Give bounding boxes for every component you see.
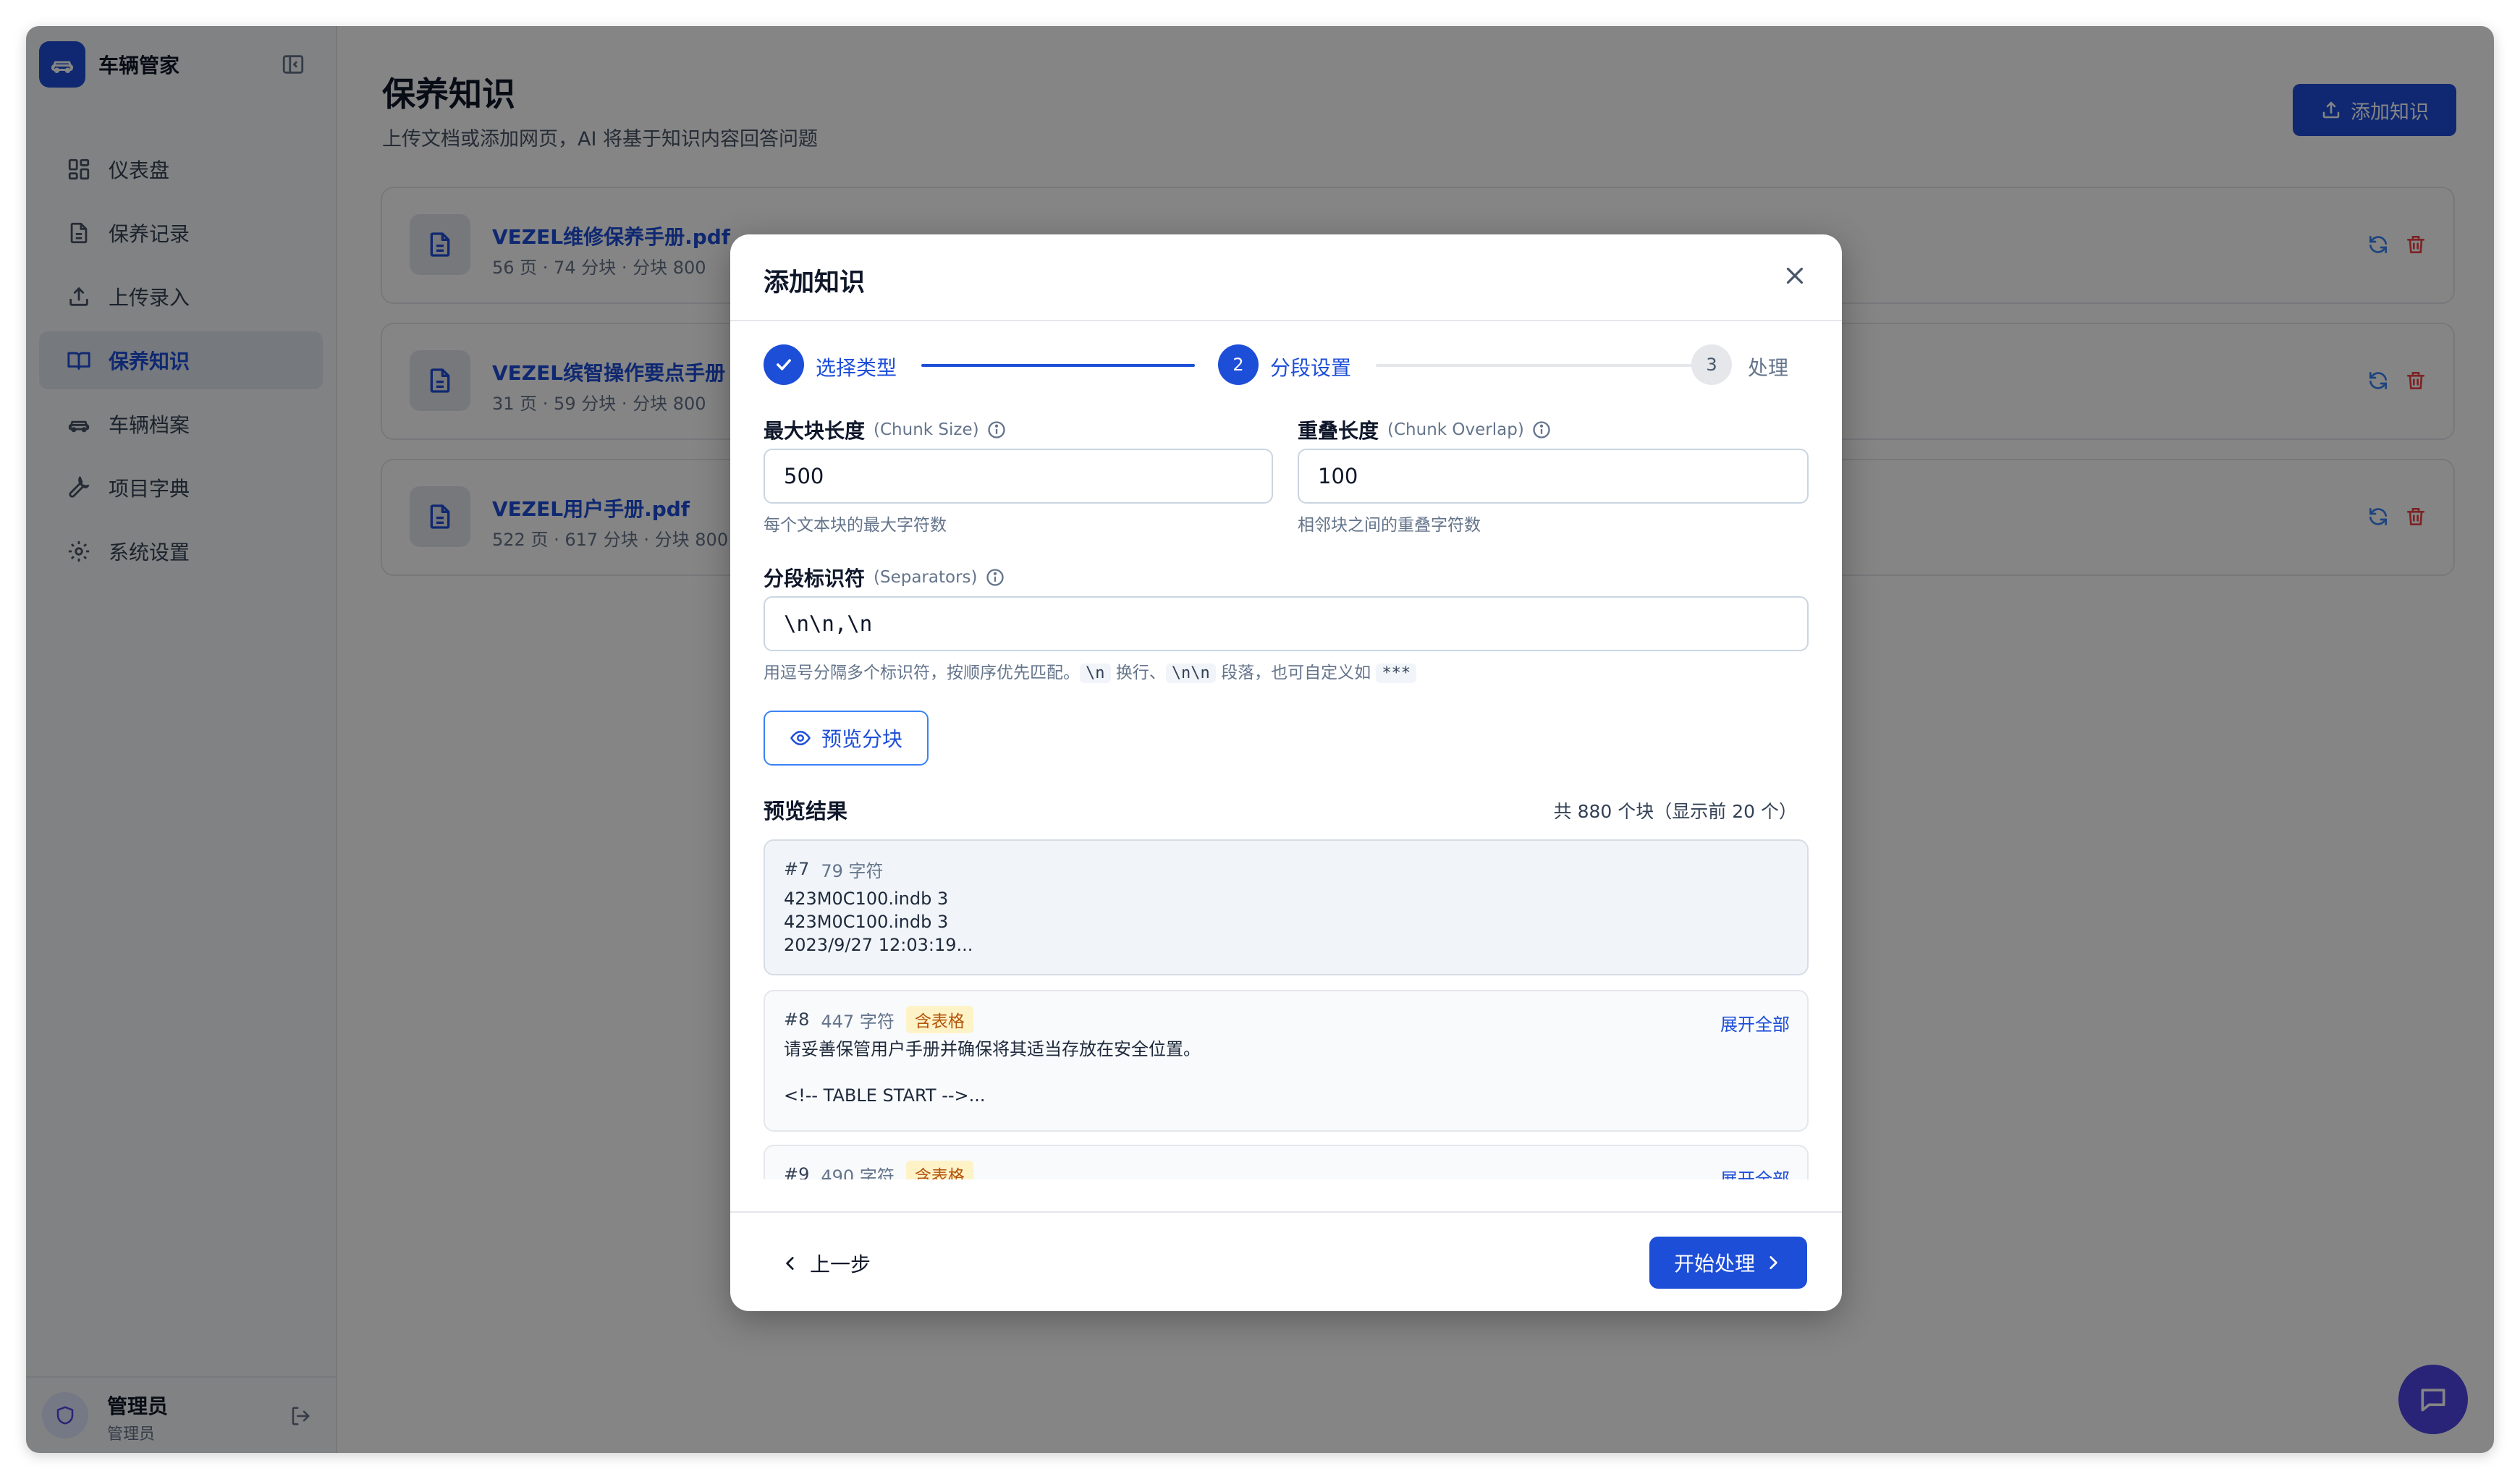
dialog-footer: 上一步 开始处理 [730, 1211, 1842, 1311]
chevron-left-icon [786, 1257, 794, 1270]
info-icon[interactable] [985, 567, 1005, 588]
step-2-number: 2 [1218, 344, 1259, 385]
chunk-overlap-hint: 相邻块之间的重叠字符数 [1298, 516, 1481, 535]
chunk-size-hint: 每个文本块的最大字符数 [764, 516, 947, 535]
table-badge: 含表格 [905, 1006, 973, 1033]
chunk-text: 423M0C100.indb 3 423M0C100.indb 3 2023/9… [784, 889, 973, 955]
start-processing-label: 开始处理 [1673, 1252, 1755, 1276]
table-badge: 含表格 [905, 1161, 973, 1179]
app-window: 车辆管家 仪表盘 保养记录 上传录入 保养知识 车辆档案 项目字典 系统设置 管… [26, 26, 2494, 1453]
step-connector [1376, 364, 1696, 367]
stepper: 选择类型 2 分段设置 3 处理 [764, 343, 1809, 386]
chunk-size-label: 最大块长度 (Chunk Size) [764, 415, 1007, 444]
chunk-char-count: 490 字符 [821, 1166, 895, 1180]
preview-chunks-label: 预览分块 [821, 727, 902, 751]
step-connector [921, 364, 1195, 367]
chunk-card: #7 79 字符 423M0C100.indb 3 423M0C100.indb… [764, 839, 1809, 975]
chunk-overlap-input[interactable]: 100 [1298, 449, 1809, 504]
dialog-title: 添加知识 [764, 268, 866, 297]
chunk-index: #7 [784, 859, 810, 879]
preview-result-title: 预览结果 [764, 799, 848, 823]
preview-result-count: 共 880 个块（显示前 20 个） [1553, 801, 1797, 822]
chunk-overlap-label: 重叠长度 (Chunk Overlap) [1298, 415, 1552, 444]
step-1-check-icon [764, 344, 804, 385]
start-processing-button[interactable]: 开始处理 [1649, 1237, 1807, 1289]
previous-step-button[interactable]: 上一步 [781, 1247, 871, 1279]
chunk-size-input[interactable]: 500 [764, 449, 1273, 504]
step-3-number: 3 [1691, 344, 1732, 385]
chunk-char-count: 447 字符 [821, 1011, 895, 1032]
separators-hint: 用逗号分隔多个标识符，按顺序优先匹配。 \n 换行、 \n\n 段落，也可自定义如 … [764, 658, 1417, 683]
expand-all-link[interactable]: 展开全部 [1720, 1010, 1790, 1035]
separators-label: 分段标识符 (Separators) [764, 563, 1005, 592]
info-icon[interactable] [1531, 420, 1552, 440]
step-3-label: 处理 [1748, 356, 1789, 380]
step-2-label: 分段设置 [1270, 356, 1352, 380]
chunk-card: #9 490 字符 含表格 展开全部 [764, 1145, 1809, 1179]
separators-input[interactable]: \n\n,\n [764, 596, 1809, 651]
chunk-index: #9 [784, 1164, 810, 1179]
info-icon[interactable] [986, 420, 1007, 440]
chunk-char-count: 79 字符 [821, 860, 884, 881]
preview-chunks-button[interactable]: 预览分块 [764, 711, 929, 766]
chunk-text: 请妥善保管用户手册并确保将其适当存放在安全位置。 <!-- TABLE STAR… [784, 1039, 1201, 1106]
chunk-index: #8 [784, 1009, 810, 1030]
chunk-preview-list[interactable]: #7 79 字符 423M0C100.indb 3 423M0C100.indb… [764, 839, 1809, 1179]
add-knowledge-dialog: 添加知识 选择类型 2 分段设置 3 处理 最大块长度 (Chunk Size)… [730, 234, 1842, 1311]
previous-step-label: 上一步 [810, 1253, 871, 1276]
dialog-header: 添加知识 [730, 234, 1842, 321]
step-1-label: 选择类型 [816, 356, 897, 380]
chunk-card: #8 447 字符 含表格 展开全部 请妥善保管用户手册并确保将其适当存放在安全… [764, 990, 1809, 1132]
chevron-right-icon [1770, 1256, 1777, 1269]
eye-icon [790, 730, 811, 746]
close-icon[interactable] [1781, 262, 1809, 292]
expand-all-link[interactable]: 展开全部 [1720, 1165, 1790, 1179]
